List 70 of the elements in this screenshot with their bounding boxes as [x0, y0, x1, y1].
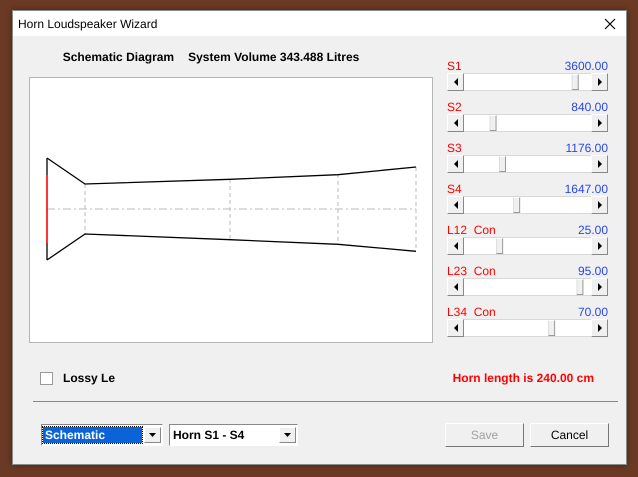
- parameter-value: 840.00: [571, 100, 608, 114]
- parameter-value: 70.00: [578, 305, 608, 319]
- checkbox[interactable]: [40, 372, 53, 384]
- right-arrow-button[interactable]: [591, 319, 608, 337]
- system-volume: System Volume 343.488 Litres: [188, 50, 360, 66]
- close-icon[interactable]: [604, 18, 616, 30]
- dropdown[interactable]: Schematic: [41, 424, 163, 446]
- scrollbar-slider[interactable]: [447, 278, 608, 296]
- slider-thumb[interactable]: [496, 238, 504, 254]
- dropdown-button[interactable]: [144, 427, 161, 443]
- right-triangle-icon: [598, 78, 602, 86]
- left-arrow-button[interactable]: [447, 237, 464, 255]
- parameter-value: 1647.00: [564, 182, 608, 196]
- slider-thumb[interactable]: [548, 320, 555, 336]
- parameter-label: S1: [447, 59, 462, 73]
- left-triangle-icon: [454, 283, 458, 291]
- right-arrow-button[interactable]: [591, 73, 608, 91]
- left-arrow-button[interactable]: [447, 319, 464, 337]
- diagram-title: Schematic Diagram: [62, 50, 174, 66]
- caret-icon: [149, 433, 156, 437]
- right-arrow-button[interactable]: [591, 155, 608, 173]
- window-title: Horn Loudspeaker Wizard: [18, 16, 158, 30]
- left-arrow-button[interactable]: [447, 278, 464, 296]
- horn-length-text: Horn length is 240.00 cm: [452, 371, 594, 385]
- parameter-value: 3600.00: [564, 59, 608, 73]
- checkbox-label[interactable]: Lossy Le: [63, 371, 116, 385]
- right-triangle-icon: [598, 283, 602, 291]
- parameter-label: S2: [447, 100, 462, 114]
- left-triangle-icon: [454, 201, 458, 209]
- scrollbar-slider[interactable]: [447, 73, 608, 91]
- slider-thumb[interactable]: [489, 115, 496, 131]
- right-arrow-button[interactable]: [591, 278, 608, 296]
- scrollbar-slider[interactable]: [447, 237, 608, 255]
- parameter-label: L23 Con: [447, 264, 496, 278]
- caret-icon: [284, 433, 291, 437]
- right-triangle-icon: [598, 242, 602, 250]
- scrollbar-slider[interactable]: [447, 155, 608, 173]
- left-triangle-icon: [454, 324, 458, 332]
- parameter-value: 25.00: [578, 223, 608, 237]
- slider-thumb[interactable]: [572, 74, 579, 90]
- right-triangle-icon: [598, 119, 602, 127]
- left-triangle-icon: [454, 242, 458, 250]
- right-triangle-icon: [598, 160, 602, 168]
- slider-thumb[interactable]: [576, 279, 584, 295]
- slider-thumb[interactable]: [498, 156, 506, 172]
- right-arrow-button[interactable]: [591, 114, 608, 132]
- slider-thumb[interactable]: [513, 197, 520, 213]
- parameter-value: 1176.00: [566, 141, 608, 155]
- left-arrow-button[interactable]: [447, 196, 464, 214]
- parameter-label: S3: [447, 141, 462, 155]
- right-triangle-icon: [598, 324, 602, 332]
- right-arrow-button[interactable]: [591, 237, 608, 255]
- left-arrow-button[interactable]: [447, 155, 464, 173]
- dropdown-button[interactable]: [279, 427, 296, 443]
- left-arrow-button[interactable]: [447, 114, 464, 132]
- dialog-button[interactable]: Cancel: [530, 423, 609, 447]
- right-triangle-icon: [598, 201, 602, 209]
- parameter-label: L12 Con: [447, 223, 496, 237]
- left-triangle-icon: [454, 78, 458, 86]
- scrollbar-slider[interactable]: [447, 319, 608, 337]
- parameter-value: 95.00: [578, 264, 608, 278]
- parameter-label: S4: [447, 182, 462, 196]
- parameter-label: L34 Con: [447, 305, 496, 319]
- right-arrow-button[interactable]: [591, 196, 608, 214]
- dropdown[interactable]: Horn S1 - S4: [169, 424, 298, 446]
- left-arrow-button[interactable]: [447, 73, 464, 91]
- scrollbar-slider[interactable]: [447, 196, 608, 214]
- scrollbar-slider[interactable]: [447, 114, 608, 132]
- left-triangle-icon: [454, 160, 458, 168]
- left-triangle-icon: [454, 119, 458, 127]
